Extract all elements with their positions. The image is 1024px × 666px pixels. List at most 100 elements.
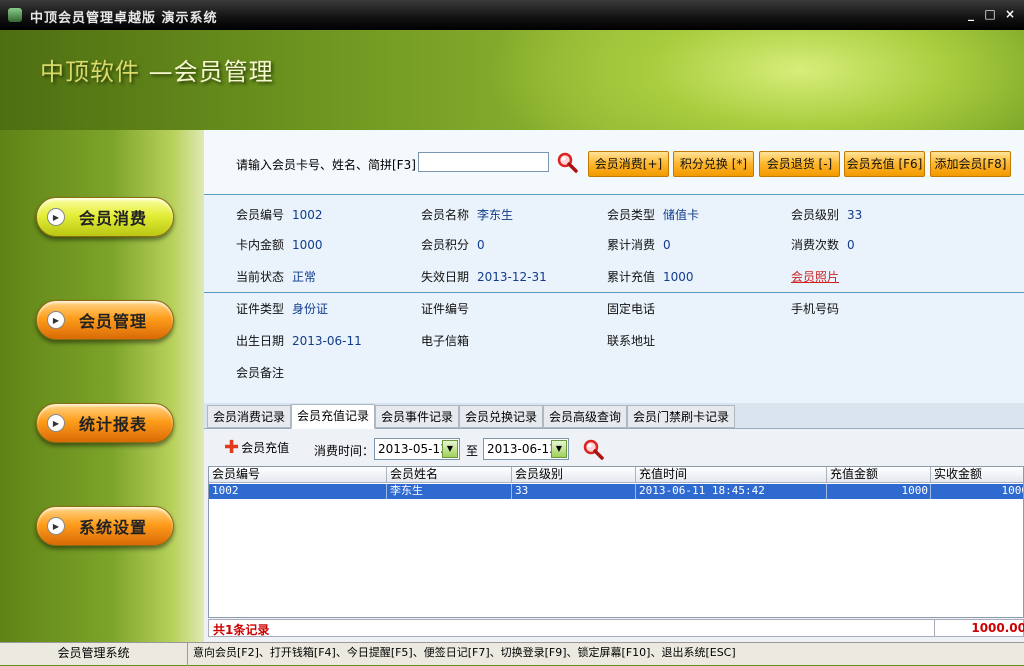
field-value: 0: [477, 238, 485, 252]
brand-separator: —: [140, 58, 174, 86]
field-label: 失效日期: [421, 270, 470, 284]
id-number-field: 证件编号: [421, 300, 477, 317]
brand-name: 中顶软件: [40, 58, 140, 86]
nav-label: 系统设置: [79, 518, 148, 537]
birthday-field: 出生日期 2013-06-11: [236, 332, 362, 349]
date-range-label: 消费时间：: [314, 444, 375, 458]
field-label: 固定电话: [607, 302, 656, 316]
column-header[interactable]: 会员级别: [512, 467, 636, 483]
id-type-field: 证件类型 身份证: [236, 300, 328, 317]
nav-reports[interactable]: ▶ 统计报表: [36, 403, 174, 443]
end-date-value: 2013-06-13: [487, 442, 557, 456]
member-photo-link[interactable]: 会员照片: [791, 268, 839, 285]
tab-recharge-records[interactable]: 会员充值记录: [291, 404, 376, 429]
table-cell: 1000: [827, 484, 931, 499]
nav-label: 会员消费: [79, 209, 148, 228]
field-label: 证件编号: [421, 302, 470, 316]
search-icon[interactable]: [556, 151, 578, 173]
end-date-picker[interactable]: 2013-06-13 ▼: [483, 438, 569, 460]
recharge-table: 会员编号 会员姓名 会员级别 充值时间 充值金额 实收金额 1002 李东生 3…: [208, 466, 1024, 618]
recharge-button[interactable]: 会员充值 [F6]: [844, 151, 925, 177]
search-icon[interactable]: [582, 438, 604, 460]
field-label: 证件类型: [236, 302, 285, 316]
consume-button[interactable]: 会员消费[+]: [588, 151, 669, 177]
field-label: 会员类型: [607, 208, 656, 222]
table-cell: 李东生: [387, 484, 512, 499]
status-bar: 会员管理系统 意向会员[F2]、打开钱箱[F4]、今日提醒[F5]、便签日记[F…: [0, 642, 1024, 666]
add-member-button[interactable]: 添加会员[F8]: [930, 151, 1011, 177]
field-value: 0: [847, 238, 855, 252]
field-label: 累计消费: [607, 238, 656, 252]
tab-advanced-query[interactable]: 会员高级查询: [543, 405, 628, 428]
window-title: 中顶会员管理卓越版 演示系统: [30, 11, 218, 26]
field-label: 会员编号: [236, 208, 285, 222]
play-arrow-icon: ▶: [47, 517, 65, 535]
field-label: 会员积分: [421, 238, 470, 252]
records-toolbar: ✚ 会员充值 消费时间： 2013-05-13 ▼ 至 2013-06-13 ▼: [204, 429, 1024, 466]
field-label: 当前状态: [236, 270, 285, 284]
consume-count-field: 消费次数 0: [791, 236, 855, 253]
add-recharge-label: 会员充值: [241, 441, 290, 455]
play-arrow-icon: ▶: [47, 414, 65, 432]
chevron-down-icon[interactable]: ▼: [442, 440, 458, 458]
balance-field: 卡内金额 1000: [236, 236, 323, 253]
tab-event-records[interactable]: 会员事件记录: [375, 405, 460, 428]
header-banner: 中顶软件 —会员管理: [0, 30, 1024, 130]
field-label: 消费次数: [791, 238, 840, 252]
search-input[interactable]: [418, 152, 549, 172]
status-field: 当前状态 正常: [236, 268, 316, 285]
photo-link-label[interactable]: 会员照片: [791, 270, 839, 284]
table-cell: 33: [512, 484, 636, 499]
member-level-field: 会员级别 33: [791, 206, 862, 223]
status-shortcuts: 意向会员[F2]、打开钱箱[F4]、今日提醒[F5]、便签日记[F7]、切换登录…: [193, 646, 736, 659]
tab-exchange-records[interactable]: 会员兑换记录: [459, 405, 544, 428]
search-label: 请输入会员卡号、姓名、简拼[F3]: [236, 158, 416, 172]
mobile-field: 手机号码: [791, 300, 847, 317]
column-header[interactable]: 充值时间: [636, 467, 827, 483]
column-header[interactable]: 会员姓名: [387, 467, 512, 483]
refund-button[interactable]: 会员退货 [-]: [759, 151, 840, 177]
field-label: 联系地址: [607, 334, 656, 348]
nav-member-consume[interactable]: ▶ 会员消费: [36, 197, 174, 237]
column-header[interactable]: 会员编号: [209, 467, 387, 483]
nav-settings[interactable]: ▶ 系统设置: [36, 506, 174, 546]
nav-label: 会员管理: [79, 312, 148, 331]
tab-access-card-records[interactable]: 会员门禁刷卡记录: [627, 405, 736, 428]
field-label: 累计充值: [607, 270, 656, 284]
tab-consume-records[interactable]: 会员消费记录: [207, 405, 292, 428]
add-recharge-button[interactable]: ✚ 会员充值: [224, 438, 290, 456]
field-label: 卡内金额: [236, 238, 285, 252]
title-bar: 中顶会员管理卓越版 演示系统 _ □ ×: [0, 0, 1024, 30]
field-value: 33: [847, 208, 863, 222]
total-amount: 1000.00: [934, 619, 1024, 637]
field-value: 正常: [292, 270, 317, 284]
field-label: 出生日期: [236, 334, 285, 348]
points-exchange-button[interactable]: 积分兑换 [*]: [673, 151, 754, 177]
close-button[interactable]: ×: [1002, 6, 1018, 22]
member-type-field: 会员类型 储值卡: [607, 206, 699, 223]
start-date-value: 2013-05-13: [378, 442, 448, 456]
nav-label: 统计报表: [79, 415, 148, 434]
tab-panel: ✚ 会员充值 消费时间： 2013-05-13 ▼ 至 2013-06-13 ▼…: [204, 429, 1024, 642]
table-row[interactable]: 1002 李东生 33 2013-06-11 18:45:42 1000 100…: [209, 484, 1024, 499]
field-value: 2013-06-11: [292, 334, 362, 348]
expire-date-field: 失效日期 2013-12-31: [421, 268, 547, 285]
minimize-button[interactable]: _: [963, 6, 979, 22]
nav-member-manage[interactable]: ▶ 会员管理: [36, 300, 174, 340]
chevron-down-icon[interactable]: ▼: [551, 440, 567, 458]
column-header[interactable]: 充值金额: [827, 467, 931, 483]
maximize-button[interactable]: □: [982, 6, 998, 22]
field-label: 会员级别: [791, 208, 840, 222]
search-bar: 请输入会员卡号、姓名、简拼[F3] 会员消费[+] 积分兑换 [*] 会员退货 …: [204, 130, 1024, 195]
start-date-picker[interactable]: 2013-05-13 ▼: [374, 438, 460, 460]
main-panel: 请输入会员卡号、姓名、简拼[F3] 会员消费[+] 积分兑换 [*] 会员退货 …: [204, 130, 1024, 642]
field-value: 身份证: [292, 302, 329, 316]
record-tabs: 会员消费记录 会员充值记录 会员事件记录 会员兑换记录 会员高级查询 会员门禁刷…: [204, 403, 1024, 429]
remark-field: 会员备注: [236, 364, 292, 381]
play-arrow-icon: ▶: [47, 208, 65, 226]
column-header[interactable]: 实收金额: [931, 467, 1023, 483]
phone-field: 固定电话: [607, 300, 663, 317]
member-number-field: 会员编号 1002: [236, 206, 323, 223]
table-cell: 1000: [931, 484, 1024, 499]
member-name-field: 会员名称 李东生: [421, 206, 513, 223]
